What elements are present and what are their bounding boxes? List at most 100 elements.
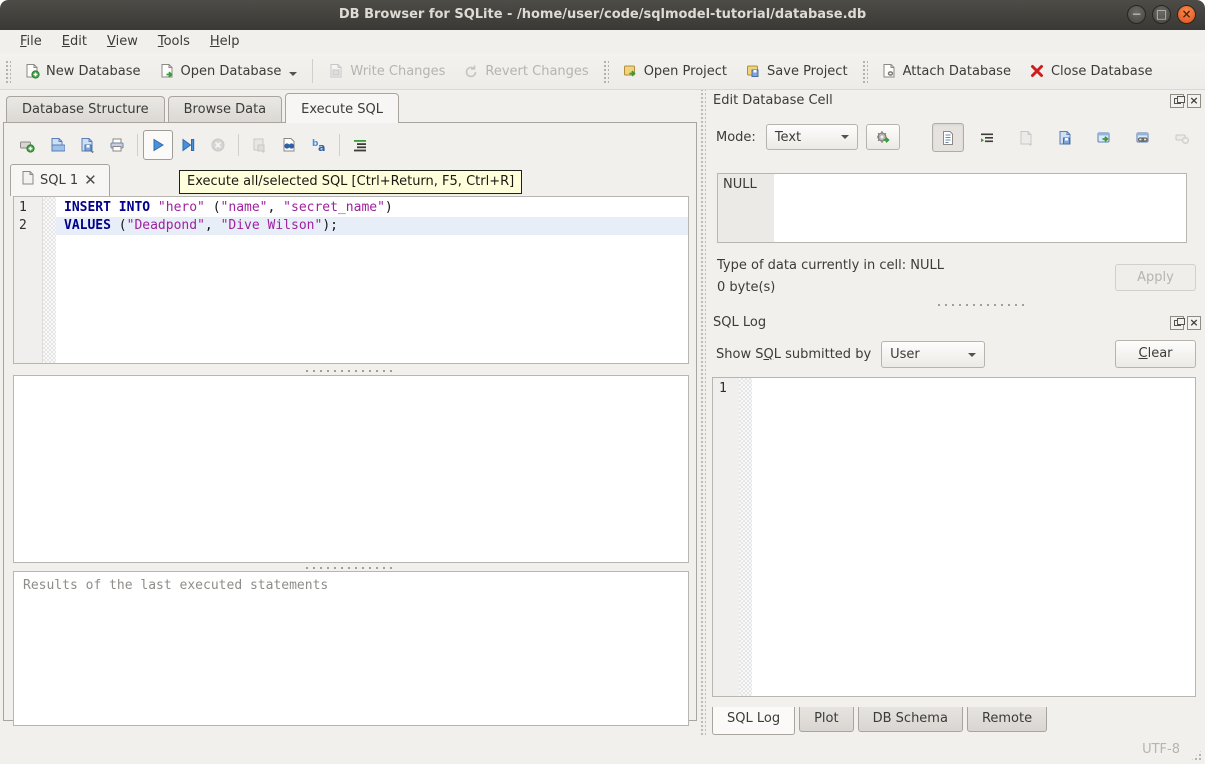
stop-button [203,130,233,160]
menu-view[interactable]: View [97,32,148,51]
open-database-label: Open Database [181,64,282,79]
execute-all-button[interactable] [143,130,173,160]
auto-format-button[interactable] [345,130,375,160]
open-sql-file-button[interactable] [42,130,72,160]
log-fold-margin [739,378,752,696]
dock-tab-db-schema[interactable]: DB Schema [858,707,963,732]
toolbar-drag-handle[interactable] [4,59,11,83]
tab-execute-sql[interactable]: Execute SQL [285,93,399,123]
save-file-icon [1057,130,1073,146]
fold-margin [43,197,56,363]
tab-database-structure[interactable]: Database Structure [6,96,165,123]
result-table-panel [13,375,689,563]
revert-changes-label: Revert Changes [485,64,588,79]
save-sql-file-button[interactable] [72,130,102,160]
dock-resize-handle[interactable] [699,90,706,737]
save-cell-file-button[interactable] [1049,123,1081,152]
line-number: 2 [14,217,42,235]
open-database-dropdown-icon[interactable] [289,72,297,76]
titlebar[interactable]: DB Browser for SQLite - /home/user/code/… [0,0,1205,30]
sql-log-title: SQL Log [713,315,766,330]
main-toolbar: New Database Open Database Write Changes… [0,53,1205,90]
log-filter-select[interactable]: User [881,341,985,368]
export-cell-button[interactable] [1088,123,1120,152]
new-database-label: New Database [46,64,141,79]
tab-browse-data[interactable]: Browse Data [168,96,283,123]
sql-tab-label: SQL 1 [40,173,78,188]
cell-gutter: NULL [718,174,774,242]
main-tab-bar: Database Structure Browse Data Execute S… [6,95,402,123]
encoding-indicator[interactable]: UTF-8 [1142,742,1180,757]
import-apply-button[interactable] [866,124,900,150]
dock-tab-plot[interactable]: Plot [799,707,854,732]
menu-edit[interactable]: Edit [52,32,97,51]
chevron-down-icon [968,353,976,357]
new-database-button[interactable]: New Database [15,58,150,84]
save-project-label: Save Project [767,64,848,79]
float-panel-button[interactable] [1170,316,1184,330]
write-changes-icon [328,63,344,79]
resize-grip[interactable] [1190,749,1203,762]
word-wrap-button[interactable] [971,123,1003,152]
word-wrap-icon [979,130,995,146]
save-project-button[interactable]: Save Project [736,58,857,84]
new-database-icon [24,63,40,79]
open-new-tab-icon [19,137,35,153]
cell-size-info: 0 byte(s) [717,280,775,295]
format-button[interactable]: ba [304,130,334,160]
editor-splitter-handle[interactable] [304,368,394,374]
print-sql-button[interactable] [102,130,132,160]
clear-log-button[interactable]: Clear [1115,340,1196,368]
sql-string: "Deadpond" [127,218,205,233]
toolbar-drag-handle[interactable] [602,59,609,83]
sql-file-icon [21,171,34,189]
float-icon [1174,320,1181,326]
menu-file[interactable]: File [10,32,52,51]
close-button[interactable]: × [1177,5,1196,24]
mode-select[interactable]: Text [766,124,858,150]
workspace: Database Structure Browse Data Execute S… [0,90,1205,737]
open-project-button[interactable]: Open Project [613,58,736,84]
find-button[interactable] [274,130,304,160]
open-new-tab-button[interactable] [12,130,42,160]
float-panel-button[interactable] [1170,94,1184,108]
app-window: DB Browser for SQLite - /home/user/code/… [0,0,1205,764]
find-icon [281,137,297,153]
close-database-button[interactable]: Close Database [1020,58,1162,84]
sql-document-tab[interactable]: SQL 1 ✕ [10,164,110,196]
open-database-button[interactable]: Open Database [150,58,307,84]
menu-tools[interactable]: Tools [148,32,200,51]
attach-database-button[interactable]: Attach Database [872,58,1020,84]
edit-cell-title: Edit Database Cell [713,93,833,108]
open-project-icon [622,63,638,79]
sql-tab-close-icon[interactable]: ✕ [84,174,97,186]
log-filter-label: Show SQL submitted by [716,347,871,362]
execute-line-button[interactable] [173,130,203,160]
toolbar-drag-handle[interactable] [861,59,868,83]
text-mode-button[interactable] [932,123,964,152]
log-filter-value: User [890,347,920,362]
minimize-button[interactable]: − [1127,5,1146,24]
export-icon [1096,130,1112,146]
menu-help[interactable]: Help [200,32,250,51]
dock-tab-sql-log[interactable]: SQL Log [712,707,795,735]
dock-tab-remote[interactable]: Remote [967,707,1047,732]
close-panel-button[interactable]: × [1187,94,1201,108]
sql-code-editor[interactable]: 1 2 INSERT INTO "hero" ("name", "secret_… [13,196,689,364]
cell-value-editor[interactable]: NULL [717,173,1187,243]
maximize-button[interactable]: □ [1152,5,1171,24]
attach-database-label: Attach Database [903,64,1011,79]
sql-log-view[interactable]: 1 [712,377,1196,697]
dock-splitter-handle[interactable] [936,302,1026,308]
close-panel-button[interactable]: × [1187,316,1201,330]
attach-database-icon [881,63,897,79]
text-mode-icon [940,130,956,146]
link-icon [1135,130,1151,146]
sql-keyword: VALUES [64,218,111,233]
save-project-icon [745,63,761,79]
execute-tooltip: Execute all/selected SQL [Ctrl+Return, F… [179,170,522,194]
open-external-button[interactable] [1127,123,1159,152]
sql-identifier: "name" [221,200,268,215]
code-area[interactable]: INSERT INTO "hero" ("name", "secret_name… [56,197,688,363]
statusbar: UTF-8 [0,737,1205,764]
